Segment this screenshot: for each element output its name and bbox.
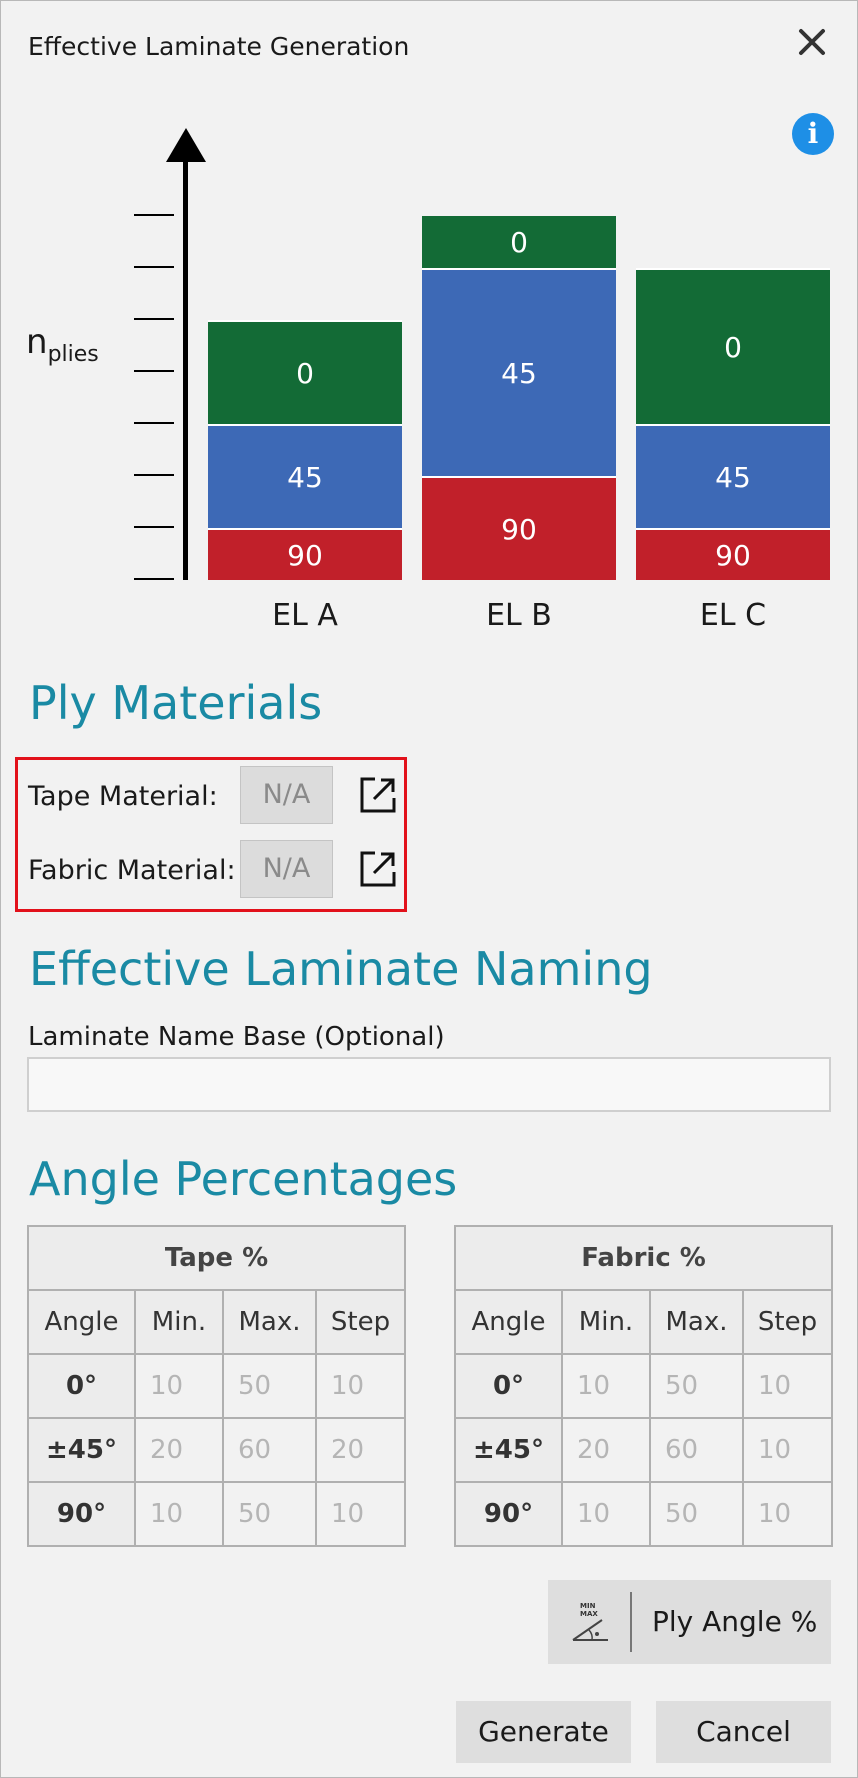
fabric-material-external-link-icon[interactable] xyxy=(359,850,397,888)
step-input[interactable]: 20 xyxy=(314,1417,407,1483)
min-input[interactable]: 10 xyxy=(134,1481,224,1547)
bar-segment: 90 xyxy=(636,528,830,580)
y-axis-tick xyxy=(134,266,174,268)
angle-percentages-heading: Angle Percentages xyxy=(29,1152,458,1206)
max-input[interactable]: 50 xyxy=(649,1481,744,1547)
table-row: ±45° 20 60 20 xyxy=(27,1417,407,1483)
min-max-angle-icon: MIN MAX xyxy=(572,1602,608,1641)
bar-segment: 0 xyxy=(422,216,616,268)
fabric-table-title: Fabric % xyxy=(453,1225,834,1291)
column-header: Step xyxy=(741,1289,834,1355)
category-label: EL B xyxy=(486,598,552,633)
y-axis xyxy=(183,160,188,580)
bar-segment: 45 xyxy=(422,268,616,476)
table-row: 90° 10 50 10 xyxy=(27,1481,407,1547)
tape-material-label: Tape Material: xyxy=(28,781,218,812)
bar-segment: 0 xyxy=(636,268,830,424)
category-label: EL C xyxy=(699,598,767,633)
table-row: ±45° 20 60 10 xyxy=(454,1417,834,1483)
angle-cell: 90° xyxy=(27,1481,136,1547)
min-input[interactable]: 20 xyxy=(561,1417,651,1483)
step-input[interactable]: 10 xyxy=(314,1481,407,1547)
y-axis-tick xyxy=(134,318,174,320)
y-axis-tick xyxy=(134,526,174,528)
column-header: Max. xyxy=(222,1289,317,1355)
generate-button[interactable]: Generate xyxy=(456,1701,631,1763)
max-input[interactable]: 50 xyxy=(222,1353,317,1419)
bar-segment: 90 xyxy=(208,528,402,580)
table-row: 90° 10 50 10 xyxy=(454,1481,834,1547)
ply-angle-button[interactable]: MIN MAX Ply Angle % xyxy=(548,1580,831,1664)
laminate-name-label: Laminate Name Base (Optional) xyxy=(28,1022,445,1052)
angle-cell: 0° xyxy=(27,1353,136,1419)
tape-material-field[interactable]: N/A xyxy=(240,766,333,824)
angle-cell: ±45° xyxy=(27,1417,136,1483)
fabric-percent-table: Fabric % Angle Min. Max. Step 0° 10 50 1… xyxy=(453,1225,834,1547)
max-input[interactable]: 50 xyxy=(649,1353,744,1419)
y-axis-tick xyxy=(134,422,174,424)
max-input[interactable]: 60 xyxy=(222,1417,317,1483)
step-input[interactable]: 10 xyxy=(314,1353,407,1419)
angle-cell: 90° xyxy=(454,1481,563,1547)
y-axis-label: nplies xyxy=(26,322,99,367)
bar-segment: 45 xyxy=(636,424,830,528)
column-header: Angle xyxy=(27,1289,136,1355)
table-row: 0° 10 50 10 xyxy=(454,1353,834,1419)
tape-percent-table: Tape % Angle Min. Max. Step 0° 10 50 10 … xyxy=(26,1225,407,1547)
step-input[interactable]: 10 xyxy=(741,1353,834,1419)
ply-materials-heading: Ply Materials xyxy=(29,676,323,730)
column-header: Angle xyxy=(454,1289,563,1355)
min-input[interactable]: 10 xyxy=(561,1353,651,1419)
bar-segment: 0 xyxy=(208,320,402,424)
max-input[interactable]: 50 xyxy=(222,1481,317,1547)
laminate-name-input[interactable] xyxy=(27,1057,831,1112)
y-axis-arrow xyxy=(166,128,206,162)
min-input[interactable]: 10 xyxy=(134,1353,224,1419)
cancel-button[interactable]: Cancel xyxy=(656,1701,831,1763)
y-axis-tick xyxy=(134,578,174,580)
min-input[interactable]: 20 xyxy=(134,1417,224,1483)
y-axis-tick xyxy=(134,214,174,216)
max-text: MAX xyxy=(580,1610,598,1618)
bar-segment: 45 xyxy=(208,424,402,528)
fabric-material-field[interactable]: N/A xyxy=(240,840,333,898)
max-input[interactable]: 60 xyxy=(649,1417,744,1483)
tape-material-external-link-icon[interactable] xyxy=(359,776,397,814)
min-input[interactable]: 10 xyxy=(561,1481,651,1547)
info-icon[interactable]: i xyxy=(792,113,834,155)
angle-cell: ±45° xyxy=(454,1417,563,1483)
window-title: Effective Laminate Generation xyxy=(28,32,410,61)
column-header: Max. xyxy=(649,1289,744,1355)
table-row: 0° 10 50 10 xyxy=(27,1353,407,1419)
y-axis-tick xyxy=(134,474,174,476)
fabric-material-label: Fabric Material: xyxy=(28,855,236,886)
y-axis-tick xyxy=(134,370,174,372)
ply-angle-button-label: Ply Angle % xyxy=(652,1605,818,1638)
column-header: Step xyxy=(314,1289,407,1355)
min-text: MIN xyxy=(580,1602,596,1610)
close-icon[interactable] xyxy=(794,24,830,60)
tape-table-title: Tape % xyxy=(26,1225,407,1291)
angle-cell: 0° xyxy=(454,1353,563,1419)
bar-segment: 90 xyxy=(422,476,616,580)
column-header: Min. xyxy=(561,1289,651,1355)
step-input[interactable]: 10 xyxy=(741,1417,834,1483)
button-separator xyxy=(630,1592,632,1652)
column-header: Min. xyxy=(134,1289,224,1355)
category-label: EL A xyxy=(272,598,338,633)
naming-heading: Effective Laminate Naming xyxy=(29,942,653,996)
step-input[interactable]: 10 xyxy=(741,1481,834,1547)
